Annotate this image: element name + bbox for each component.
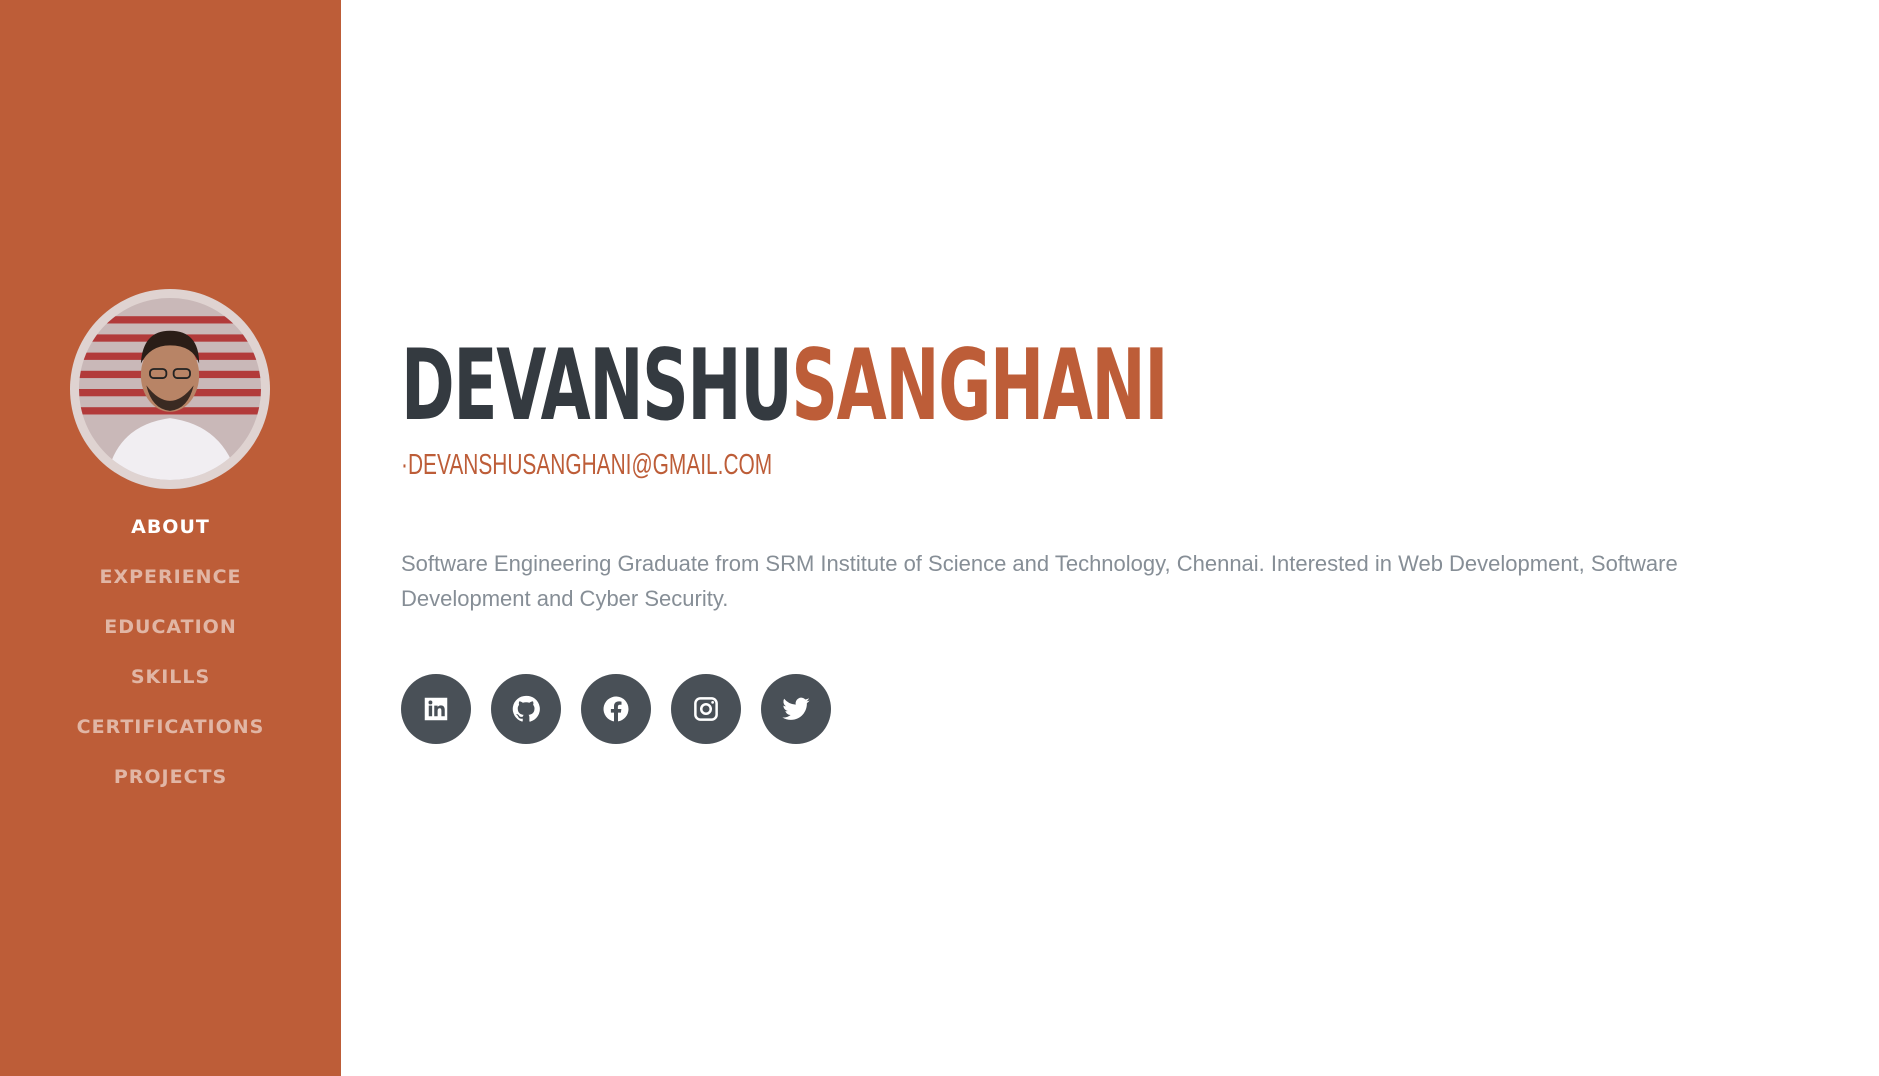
profile-photo [79,298,261,480]
github-button[interactable] [491,674,561,744]
nav-item-skills[interactable]: SKILLS [0,652,341,702]
first-name: DEVANSHU [401,329,793,443]
nav-item-experience[interactable]: EXPERIENCE [0,552,341,602]
facebook-icon [603,696,629,722]
twitter-icon [782,697,810,720]
nav-item-projects[interactable]: PROJECTS [0,752,341,802]
sidebar: ABOUT EXPERIENCE EDUCATION SKILLS CERTIF… [0,0,341,1076]
nav-item-education[interactable]: EDUCATION [0,602,341,652]
facebook-button[interactable] [581,674,651,744]
bio-text: Software Engineering Graduate from SRM I… [401,551,1678,611]
linkedin-button[interactable] [401,674,471,744]
email-link[interactable]: ·DEVANSHUSANGHANI@GMAIL.COM [401,448,772,482]
social-icons [401,674,831,744]
profile-avatar[interactable] [70,289,270,489]
github-icon [512,695,540,722]
page-title: DEVANSHUSANGHANI [401,326,1168,446]
about-section: DEVANSHUSANGHANI ·DEVANSHUSANGHANI@GMAIL… [341,0,1879,1076]
sidebar-nav: ABOUT EXPERIENCE EDUCATION SKILLS CERTIF… [0,502,341,802]
linkedin-icon [424,697,448,721]
twitter-button[interactable] [761,674,831,744]
instagram-button[interactable] [671,674,741,744]
instagram-icon [694,697,718,721]
nav-item-certifications[interactable]: CERTIFICATIONS [0,702,341,752]
last-name: SANGHANI [791,329,1168,443]
nav-item-about[interactable]: ABOUT [0,502,341,552]
